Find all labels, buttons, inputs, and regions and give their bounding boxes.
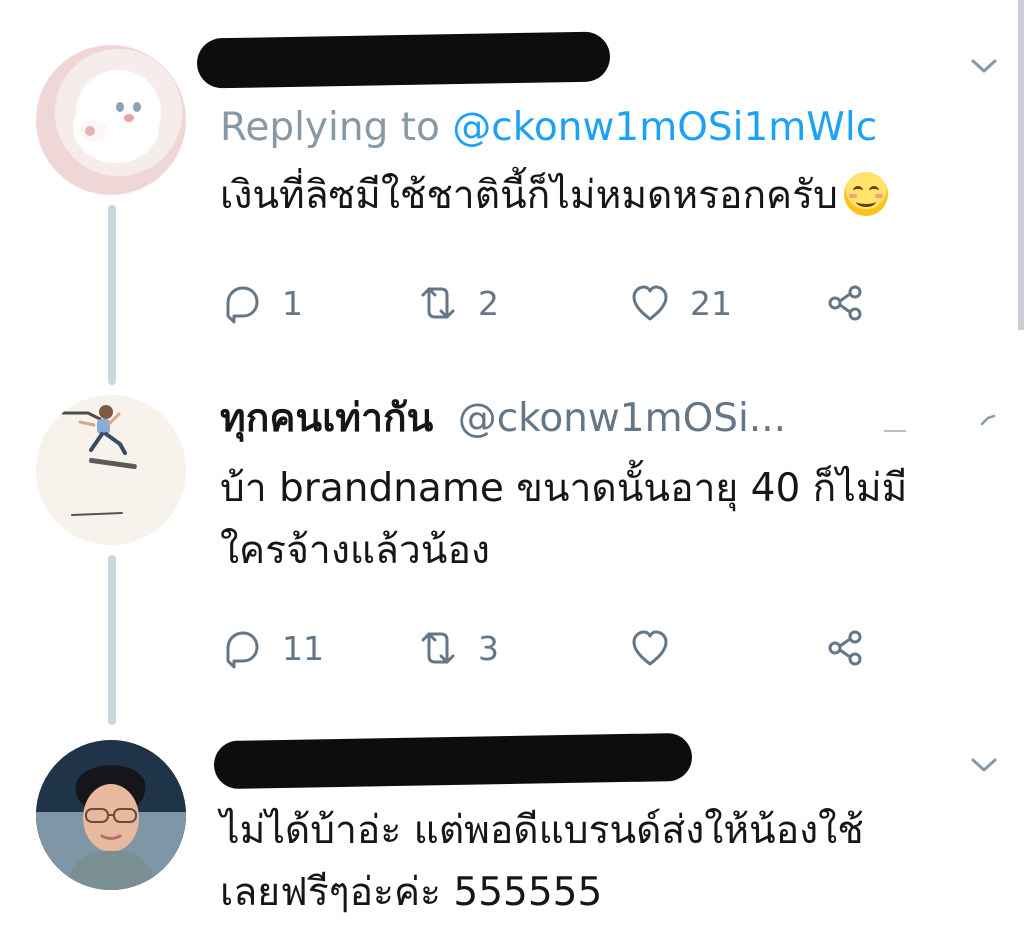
tweet-text: เงินที่ลิซมีใช้ชาตินี้ก็ไม่หมดหรอกครับ	[220, 165, 888, 227]
like-button[interactable]: 21	[628, 280, 732, 326]
redacted-user-name	[196, 31, 611, 89]
retweet-icon	[421, 632, 455, 664]
heart-icon	[632, 630, 668, 666]
reply-handle-link[interactable]: @ckonw1mOSi1mWlc	[452, 105, 877, 150]
like-button[interactable]	[628, 625, 690, 671]
user-handle[interactable]: @ckonw1mOSi...	[458, 396, 786, 441]
avatar[interactable]	[36, 395, 186, 545]
like-count: 21	[690, 283, 732, 323]
tweet-text-line: ใครจ้างแล้วน้อง	[220, 528, 490, 573]
tweet-text-content: เงินที่ลิซมีใช้ชาตินี้ก็ไม่หมดหรอกครับ	[220, 173, 838, 218]
thread-connector	[108, 555, 116, 725]
avatar[interactable]	[36, 740, 186, 890]
reply-icon	[226, 631, 259, 669]
retweet-button[interactable]: 2	[416, 280, 499, 326]
tweet-text-line: ไม่ได้บ้าอ่ะ แต่พอดีแบรนด์ส่งให้น้องใช้	[220, 808, 864, 853]
thread-connector	[108, 205, 116, 385]
retweet-icon	[421, 287, 455, 319]
share-button[interactable]	[824, 625, 868, 671]
smiling-face-emoji-icon	[843, 172, 888, 216]
reply-count: 11	[282, 628, 324, 668]
retweet-button[interactable]: 3	[416, 625, 499, 671]
reply-count: 1	[282, 283, 303, 323]
tweet-header: ทุกคนเท่ากัน @ckonw1mOSi...	[220, 393, 786, 445]
retweet-count: 2	[478, 283, 499, 323]
tweet-actions: 1 2 21	[220, 280, 1000, 326]
reply-prefix: Replying to	[220, 105, 440, 150]
reply-button[interactable]: 1	[220, 280, 303, 326]
tweet-text-line: บ้า brandname ขนาดนั้นอายุ 40 ก็ไม่มี	[220, 466, 908, 511]
reply-button[interactable]: 11	[220, 625, 324, 671]
share-button[interactable]	[824, 280, 868, 326]
cat-avatar-image	[73, 73, 159, 163]
avatar[interactable]	[36, 45, 186, 195]
chevron-down-icon[interactable]	[980, 413, 996, 429]
heart-icon	[632, 285, 668, 321]
tweet-text-line: เลยฟรีๆอ่ะค่ะ 555555	[220, 870, 603, 915]
share-icon	[828, 285, 862, 321]
tweet-actions: 11 3	[220, 625, 1000, 671]
display-name[interactable]: ทุกคนเท่ากัน	[220, 396, 433, 441]
redacted-user-name	[213, 732, 693, 790]
person-avatar-image	[36, 740, 186, 890]
replying-to-line: Replying to @ckonw1mOSi1mWlc	[220, 104, 877, 152]
scroll-indicator[interactable]	[1018, 0, 1024, 330]
header-separator	[884, 430, 906, 432]
reply-icon	[226, 286, 259, 324]
skateboarder-avatar-image	[36, 395, 186, 545]
share-icon	[828, 630, 862, 666]
chevron-down-icon[interactable]	[971, 58, 997, 74]
retweet-count: 3	[478, 628, 499, 668]
chevron-down-icon[interactable]	[971, 757, 997, 773]
